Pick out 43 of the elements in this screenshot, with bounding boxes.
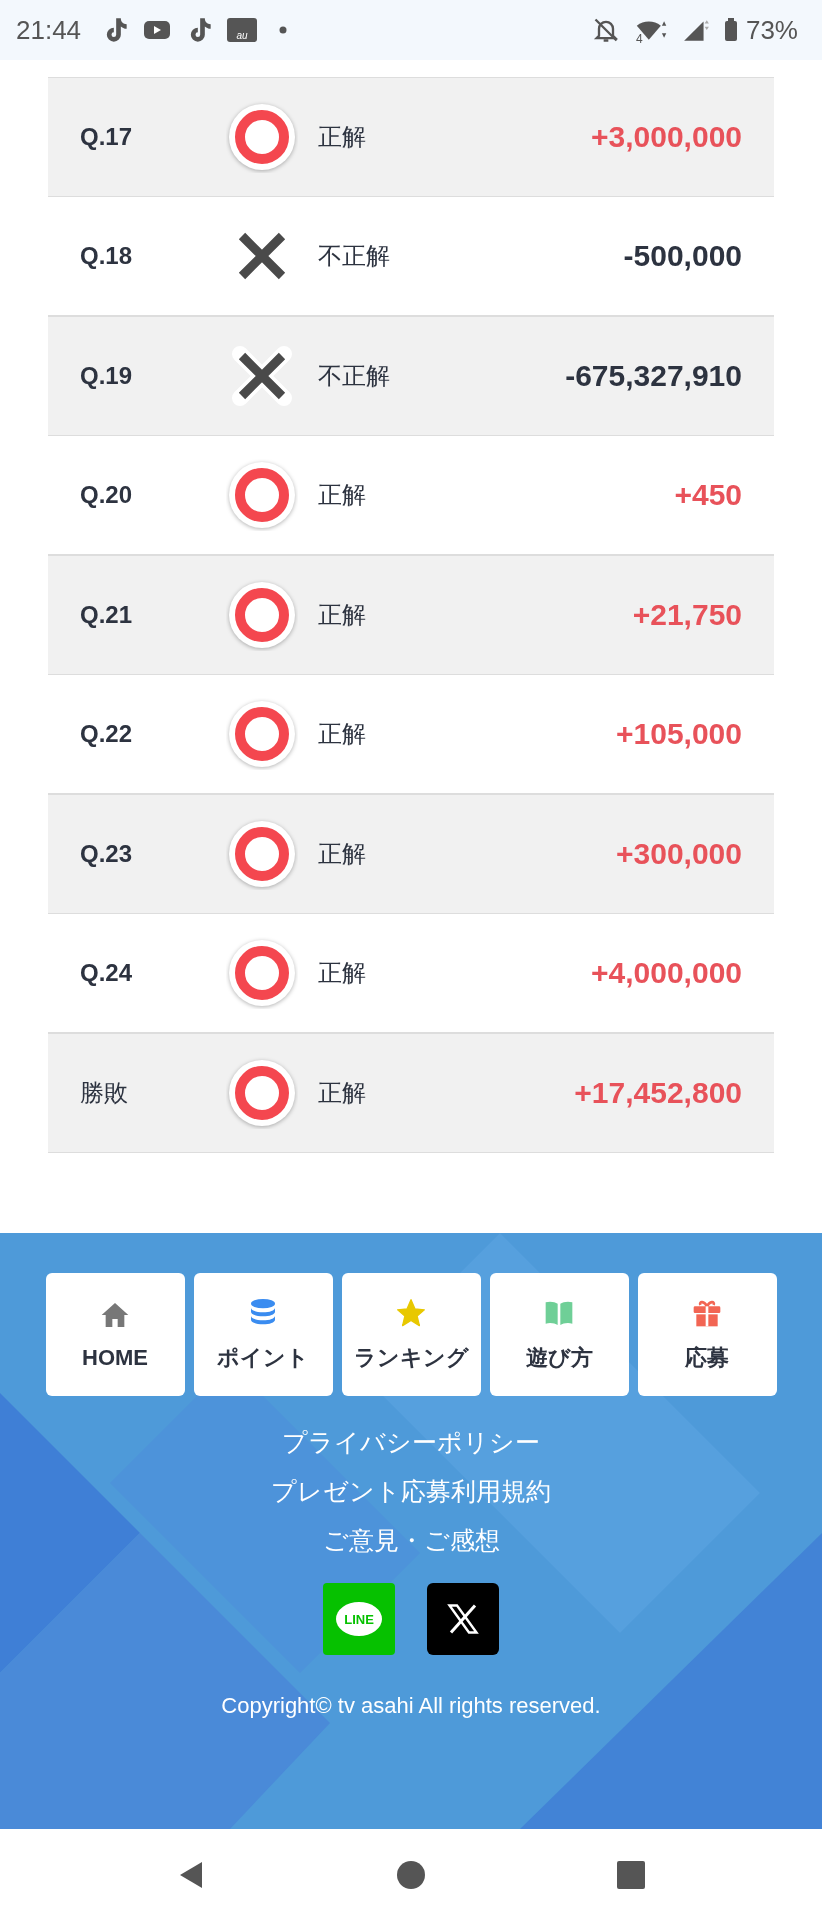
- mail-icon: au: [227, 18, 258, 42]
- amount-text: +450: [674, 478, 742, 512]
- amount-text: +4,000,000: [591, 956, 742, 990]
- question-label: Q.17: [80, 123, 134, 151]
- question-label: Q.22: [80, 720, 134, 748]
- question-label: Q.19: [80, 362, 134, 390]
- question-label: Q.23: [80, 840, 134, 868]
- verdict-text: 不正解: [318, 361, 390, 391]
- menu-button[interactable]: 遊び方: [489, 1273, 629, 1396]
- recents-button[interactable]: [616, 1859, 646, 1890]
- verdict-text: 正解: [318, 839, 366, 869]
- amount-text: -675,327,910: [565, 359, 742, 393]
- verdict-text: 正解: [318, 958, 366, 988]
- menu-button[interactable]: HOME: [45, 1273, 185, 1396]
- question-label: Q.18: [80, 242, 134, 270]
- verdict-text: 正解: [318, 480, 366, 510]
- amount-text: +3,000,000: [591, 120, 742, 154]
- home-button[interactable]: [396, 1859, 426, 1890]
- verdict-text: 正解: [318, 1078, 366, 1108]
- dot-icon: [279, 26, 288, 34]
- copyright-text: Copyright© tv asahi All rights reserved.: [221, 1693, 601, 1719]
- status-time: 21:44: [16, 14, 82, 46]
- verdict-text: 正解: [318, 600, 366, 630]
- battery-icon: [723, 17, 738, 43]
- battery-level: 73%: [745, 14, 798, 46]
- amount-text: +17,452,800: [574, 1076, 742, 1110]
- verdict-text: 正解: [318, 122, 366, 152]
- verdict-text: 正解: [318, 719, 366, 749]
- amount-text: +105,000: [616, 717, 742, 751]
- menu-button[interactable]: ポイント: [193, 1273, 333, 1396]
- x-logo-icon: [445, 1601, 481, 1637]
- amount-text: -500,000: [623, 239, 742, 273]
- menu-button[interactable]: ランキング: [341, 1273, 481, 1396]
- verdict-text: 不正解: [318, 241, 390, 271]
- x-button[interactable]: [427, 1583, 499, 1655]
- question-label: 勝敗: [80, 1078, 129, 1108]
- menu-button[interactable]: 応募: [637, 1273, 777, 1396]
- question-label: Q.21: [80, 601, 134, 629]
- amount-text: +300,000: [616, 837, 742, 871]
- star-icon: [395, 1296, 427, 1329]
- question-label: Q.20: [80, 481, 134, 509]
- amount-text: +21,750: [632, 598, 742, 632]
- question-label: Q.24: [80, 959, 134, 987]
